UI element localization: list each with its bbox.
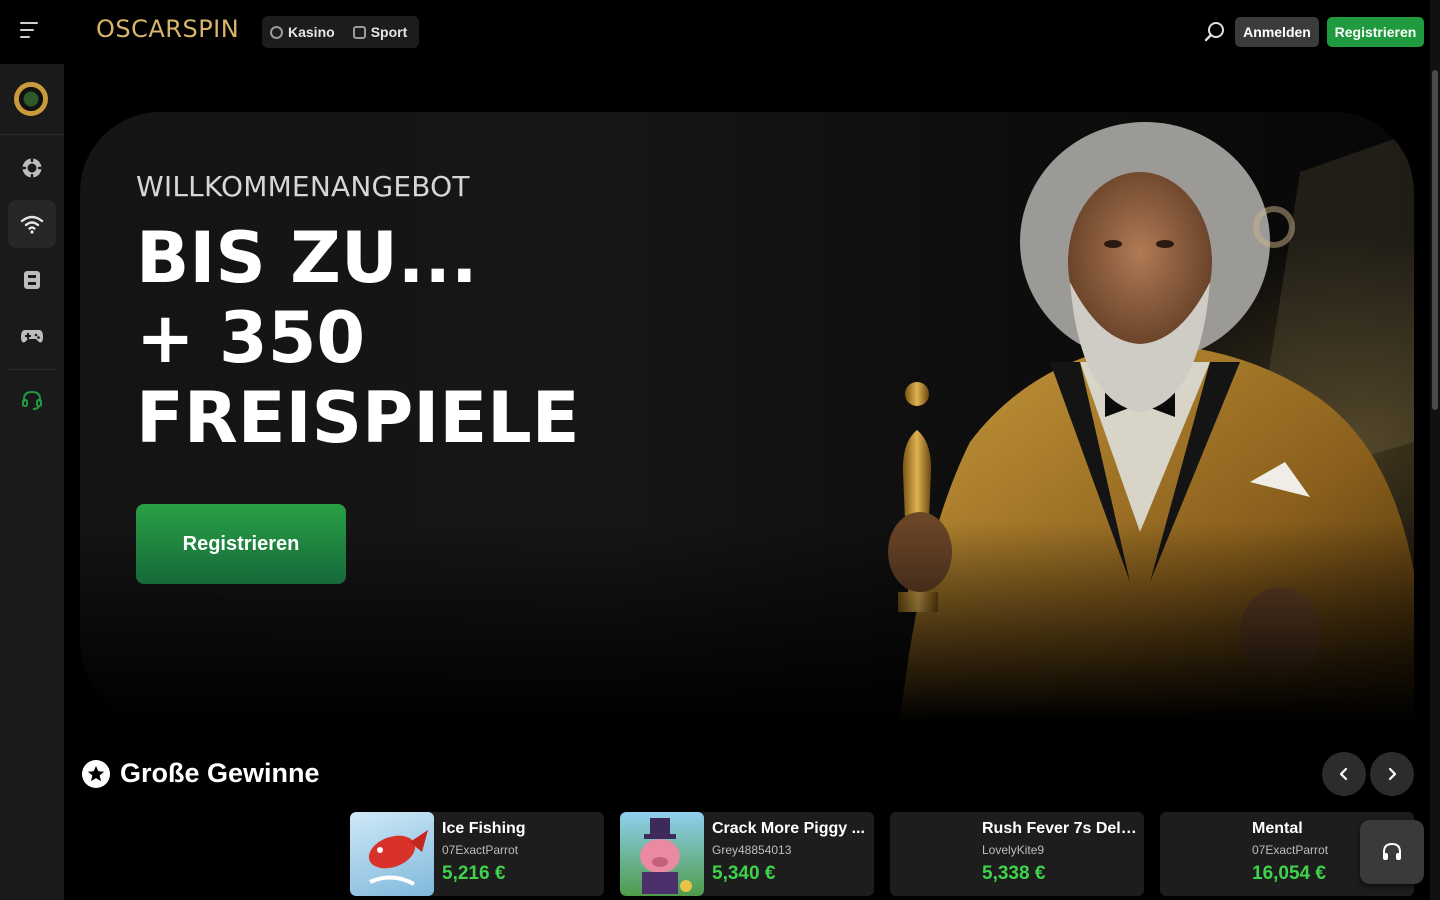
win-username: 07ExactParrot xyxy=(442,843,519,857)
scrollbar-thumb[interactable] xyxy=(1432,70,1438,410)
win-username: 07ExactParrot xyxy=(1252,843,1329,857)
win-username: Grey48854013 xyxy=(712,843,792,857)
casino-chip-icon xyxy=(22,158,42,178)
win-amount: 16,054 € xyxy=(1252,863,1326,884)
support-headset-icon xyxy=(22,390,42,410)
sidebar-item-live[interactable] xyxy=(8,200,56,248)
big-win-card[interactable]: Ice Fishing 07ExactParrot 5,216 € xyxy=(350,812,604,896)
chip-icon xyxy=(270,25,283,39)
game-thumbnail xyxy=(1160,812,1244,896)
hero-register-button[interactable]: Registrieren xyxy=(136,504,346,584)
win-amount: 5,338 € xyxy=(982,863,1046,884)
big-win-card[interactable]: Crack More Piggy ... Grey48854013 5,340 … xyxy=(620,812,874,896)
sidebar-divider xyxy=(0,134,64,135)
oscar-logo-icon[interactable] xyxy=(14,82,48,116)
sport-ticket-icon xyxy=(24,271,40,289)
tab-sport-label: Sport xyxy=(370,24,408,40)
tab-kasino[interactable]: Kasino xyxy=(270,24,335,40)
win-game-name: Ice Fishing xyxy=(442,820,526,837)
hero-kicker: WILLKOMMENANGEBOT xyxy=(136,170,470,203)
game-thumbnail xyxy=(620,812,704,896)
hero-title-line: FREISPIELE xyxy=(136,377,580,459)
win-amount: 5,340 € xyxy=(712,863,776,884)
carousel-prev-button[interactable] xyxy=(1322,752,1366,796)
support-chat-button[interactable] xyxy=(1360,820,1424,884)
live-wifi-icon xyxy=(20,215,44,234)
win-game-name: Crack More Piggy ... xyxy=(712,820,865,837)
top-bar: OSCARSPIN Kasino Sport Anmelden Registri… xyxy=(0,0,1430,64)
win-amount: 5,216 € xyxy=(442,863,506,884)
chevron-left-icon xyxy=(1339,767,1348,781)
sidebar-item-casino[interactable] xyxy=(8,144,56,192)
game-thumbnail xyxy=(350,812,434,896)
hero-title: BIS ZU... + 350 FREISPIELE xyxy=(136,218,580,458)
tab-kasino-label: Kasino xyxy=(288,24,335,40)
hero-banner: WILLKOMMENANGEBOT BIS ZU... + 350 FREISP… xyxy=(80,112,1414,722)
gamepad-icon xyxy=(21,330,43,343)
search-icon[interactable] xyxy=(1203,20,1227,44)
sidebar-divider xyxy=(8,369,56,370)
chevron-right-icon xyxy=(1388,767,1397,781)
headphones-icon xyxy=(1383,842,1401,860)
big-wins-title: Große Gewinne xyxy=(120,758,320,788)
carousel-next-button[interactable] xyxy=(1370,752,1414,796)
tab-sport[interactable]: Sport xyxy=(352,24,408,40)
sport-icon xyxy=(352,25,366,39)
sidebar xyxy=(0,64,64,900)
logo[interactable]: OSCARSPIN xyxy=(96,15,239,43)
game-thumbnail xyxy=(890,812,974,896)
sidebar-item-sport[interactable] xyxy=(8,256,56,304)
sidebar-item-support[interactable] xyxy=(8,376,56,424)
menu-icon[interactable] xyxy=(20,22,44,42)
register-button[interactable]: Registrieren xyxy=(1327,17,1424,47)
big-wins-header: Große Gewinne xyxy=(82,758,320,789)
win-username: LovelyKite9 xyxy=(982,843,1045,857)
hero-title-line: BIS ZU... xyxy=(136,217,478,299)
star-icon xyxy=(82,759,110,788)
big-win-card[interactable]: Rush Fever 7s Delu... LovelyKite9 5,338 … xyxy=(890,812,1144,896)
hero-title-line: + 350 xyxy=(136,297,366,379)
nav-tabs: Kasino Sport xyxy=(262,16,419,48)
login-button[interactable]: Anmelden xyxy=(1235,17,1319,47)
win-game-name: Rush Fever 7s Delu... xyxy=(982,820,1138,837)
sidebar-item-games[interactable] xyxy=(8,312,56,360)
